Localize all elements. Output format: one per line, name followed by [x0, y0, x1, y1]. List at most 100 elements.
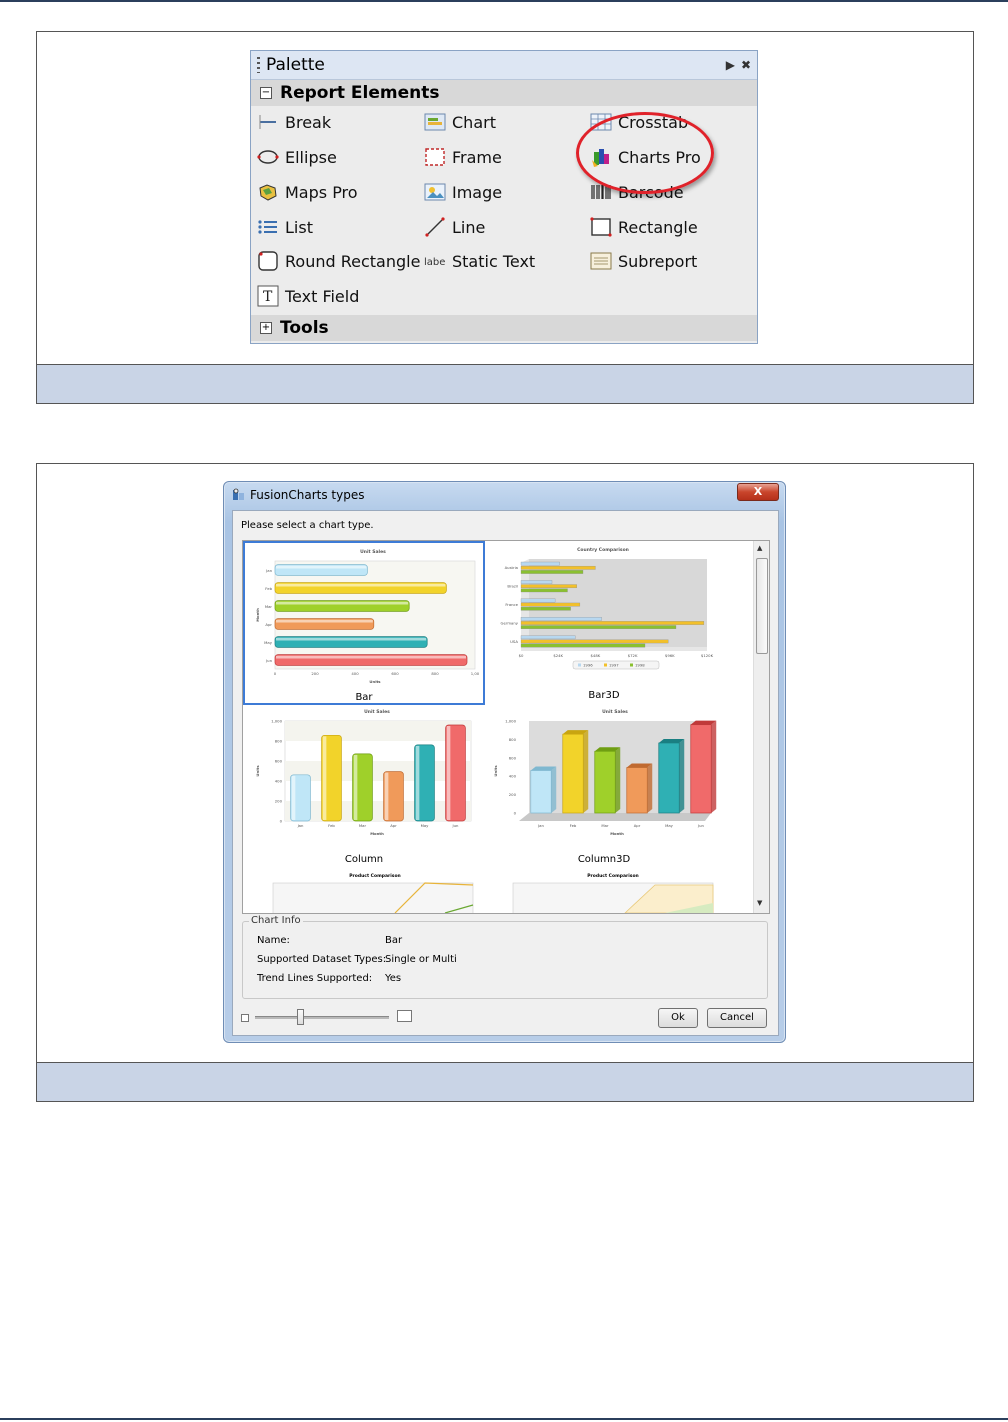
static-text-icon-label: label [424, 257, 446, 268]
category-label: Mar [359, 823, 367, 828]
palette-item-ellipse[interactable]: Ellipse [257, 145, 337, 169]
palette-item-chart[interactable]: Chart [424, 110, 496, 134]
legend-label: 1996 [583, 663, 593, 668]
section-tools[interactable]: + Tools [251, 315, 757, 341]
palette-title: Palette [266, 55, 325, 75]
bar [520, 643, 646, 648]
bar [520, 639, 669, 644]
bar [520, 565, 596, 570]
thumb-label: Column3D [577, 854, 631, 865]
palette-item-maps-pro[interactable]: Maps Pro [257, 180, 358, 204]
thumb-label: Bar3D [588, 690, 620, 701]
thumb-line[interactable]: Product Comparison [245, 869, 483, 913]
thumb-area[interactable]: Product Comparison [485, 869, 723, 913]
y-axis-label: Units [255, 765, 260, 777]
column-highlight [415, 745, 420, 820]
palette-item-static-text[interactable]: label Static Text [424, 249, 535, 273]
palette-item-list[interactable]: List [257, 215, 313, 239]
scroll-up-icon[interactable]: ▲ [757, 544, 762, 552]
palette-item-label: Subreport [618, 251, 698, 271]
tick-label: 200 [509, 792, 517, 797]
close-icon[interactable]: ✖ [741, 58, 751, 72]
palette-item-rectangle[interactable]: Rectangle [590, 215, 698, 239]
zoom-large-icon [397, 1010, 412, 1022]
thumb-label: Column [344, 854, 384, 865]
tick-label: 600 [391, 671, 399, 676]
bar [520, 621, 705, 625]
legend-swatch [630, 663, 633, 667]
column-side [647, 763, 653, 813]
datasets-label: Supported Dataset Types: [257, 954, 387, 965]
column [626, 767, 648, 814]
static-text-icon: label [424, 251, 446, 271]
category-label: Brazil [507, 584, 518, 589]
line-chart-preview: Product Comparison [272, 873, 474, 913]
scroll-down-icon[interactable]: ▼ [757, 899, 762, 907]
column-side [583, 730, 589, 813]
chart-type-gallery[interactable]: Unit Sales Jan Feb Mar Apr May Jun 0 200 400 600 80… [242, 540, 770, 914]
plot-band [285, 801, 471, 821]
zoom-slider-handle[interactable] [297, 1009, 304, 1025]
y-axis-label: Units [493, 765, 498, 777]
column [530, 770, 552, 814]
category-label: Jun [697, 823, 705, 828]
scroll-thumb[interactable] [756, 558, 768, 654]
tick-label: 0 [280, 819, 283, 824]
tick-label: 200 [275, 799, 283, 804]
tick-label: $120K [701, 653, 714, 658]
palette-panel: Palette ▶ ✖ − Report Elements Break Chart… [250, 50, 758, 344]
ok-button[interactable]: Ok [658, 1008, 698, 1028]
plot-band [285, 721, 471, 741]
figure-caption-bar [37, 364, 973, 403]
minimize-icon[interactable]: ▶ [726, 58, 735, 72]
thumb-bar3d[interactable]: Country Comparison Austria Brazil France Ger… [485, 541, 723, 701]
palette-item-subreport[interactable]: Subreport [590, 249, 697, 273]
frame-icon [424, 147, 446, 167]
close-button[interactable]: X [737, 483, 779, 501]
palette-item-round-rectangle[interactable]: Round Rectangle [257, 249, 420, 273]
palette-item-line[interactable]: Line [424, 215, 485, 239]
palette-item-text-field[interactable]: T Text Field [257, 284, 359, 308]
palette-item-image[interactable]: Image [424, 180, 502, 204]
gallery-scrollbar[interactable]: ▲ ▼ [753, 541, 769, 913]
collapse-icon[interactable]: − [260, 87, 272, 99]
tick-label: $48K [591, 653, 601, 658]
category-label: Germany [501, 620, 519, 625]
thumb-title: Product Comparison [349, 873, 401, 879]
palette-titlebar: Palette ▶ ✖ [251, 51, 757, 80]
text-field-icon: T [257, 285, 279, 307]
thumb-label: Bar [355, 692, 373, 703]
bar-highlight [276, 565, 367, 569]
tick-label: 400 [351, 671, 359, 676]
section-report-elements[interactable]: − Report Elements [251, 80, 757, 106]
plot-floor [519, 813, 711, 821]
column-side [551, 766, 557, 813]
expand-icon[interactable]: + [260, 322, 272, 334]
list-icon [257, 217, 279, 237]
thumb-bar[interactable]: Unit Sales Jan Feb Mar Apr May Jun 0 200 400 600 80… [243, 541, 485, 705]
zoom-slider[interactable] [255, 1016, 389, 1019]
palette-item-break[interactable]: Break [257, 110, 331, 134]
chart-info-group: Chart Info Name: Bar Supported Dataset T… [242, 915, 768, 999]
cancel-button[interactable]: Cancel [707, 1008, 767, 1028]
palette-item-label: List [285, 217, 313, 237]
category-label: Jun [265, 658, 273, 663]
bar [520, 602, 581, 607]
x-axis-label: Month [610, 831, 624, 836]
section-label: Tools [280, 318, 329, 338]
tick-label: $72K [628, 653, 638, 658]
palette-item-label: Static Text [452, 251, 536, 271]
grip-icon[interactable] [257, 57, 260, 73]
column-highlight [291, 775, 296, 820]
thumb-column3d[interactable]: Unit Sales Jan Feb Mar Apr May Jun 0 200 400 600 80… [485, 705, 723, 865]
rectangle-icon [590, 217, 612, 237]
palette-item-frame[interactable]: Frame [424, 145, 502, 169]
dialog-title: FusionCharts types [250, 488, 365, 502]
line-icon [424, 217, 446, 237]
category-label: Jan [537, 823, 544, 828]
category-label: Jan [297, 823, 304, 828]
tick-label: $0 [519, 653, 524, 658]
chart-title: Country Comparison [577, 547, 629, 553]
category-label: Feb [265, 586, 272, 591]
thumb-column[interactable]: Unit Sales Jan Feb Mar Apr May Jun 0 200 400 600 80… [245, 705, 483, 865]
